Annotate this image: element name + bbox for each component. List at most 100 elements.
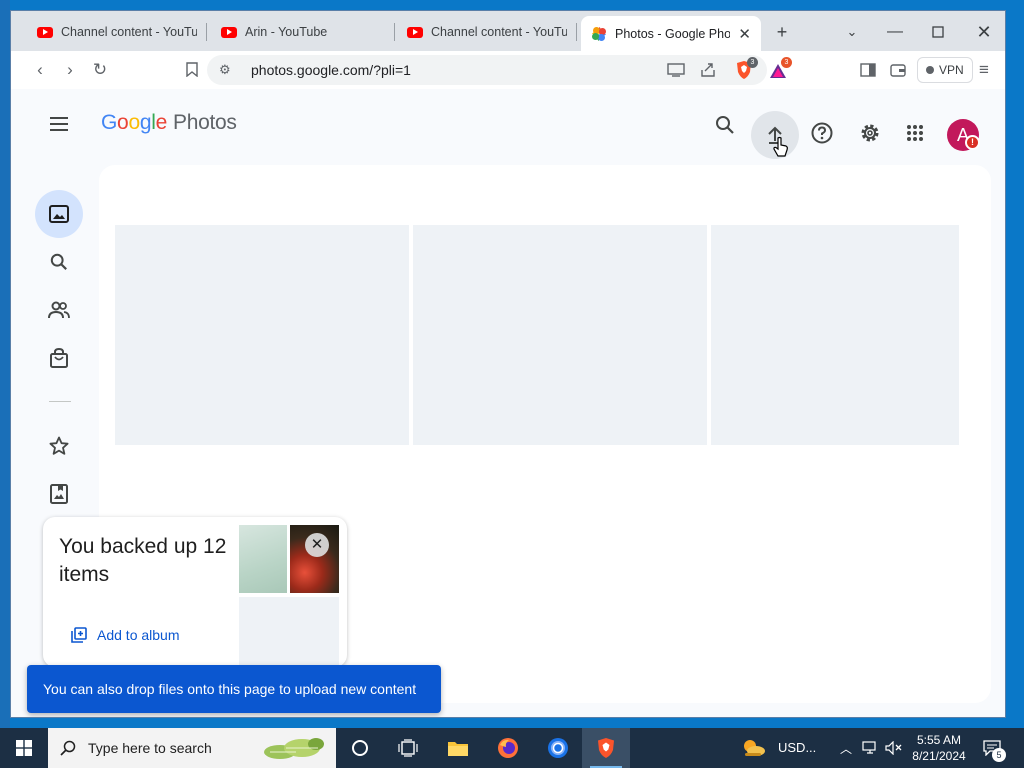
close-tab-icon[interactable]: ✕ [738,25,751,43]
network-icon[interactable] [858,728,882,768]
main-menu-icon[interactable] [47,113,71,137]
taskbar-search-placeholder: Type here to search [88,740,212,756]
forward-icon[interactable]: › [59,59,81,81]
tab-google-photos[interactable]: Photos - Google Photos ✕ [581,16,761,51]
backup-thumbnail [239,525,287,593]
tab-title: Photos - Google Photos [615,26,731,41]
weather-label[interactable]: USD... [778,740,816,755]
maximize-icon[interactable] [926,21,950,43]
tab-arin-youtube[interactable]: Arin - YouTube [211,17,395,47]
settings-gear-icon[interactable] [856,119,884,147]
tab-title: Channel content - YouTube [431,25,567,39]
help-icon[interactable] [808,119,836,147]
add-to-album-label: Add to album [97,627,180,643]
tab-strip: Channel content - YouTube Arin - YouTube… [11,11,1005,51]
brave-browser-icon[interactable] [582,728,630,768]
clock-date: 8/21/2024 [912,749,966,763]
desktop-background [0,0,10,728]
photo-placeholder [711,225,959,445]
shopping-bag-icon [50,348,68,368]
album-icon [50,484,68,504]
weather-icon[interactable] [734,728,774,768]
logo-product-name: Photos [172,111,237,134]
search-highlight-illustration-icon [264,738,324,759]
vpn-label: VPN [939,63,964,77]
file-explorer-icon[interactable] [434,728,482,768]
system-clock[interactable]: 5:55 AM 8/21/2024 [906,732,972,764]
google-photos-page: Google Photos A ! You backed up 12 items… [11,89,1005,717]
tab-channel-content-2[interactable]: Channel content - YouTube [397,17,577,47]
photo-placeholder [413,225,707,445]
youtube-icon [37,24,53,40]
browser-toolbar: ‹ › ↻ ⚙ photos.google.com/?pli=1 3 3 VPN… [11,51,1005,89]
back-icon[interactable]: ‹ [29,59,51,81]
add-to-album-icon [71,627,87,643]
start-button[interactable] [0,728,48,768]
reload-icon[interactable]: ↻ [89,59,111,81]
chrome-icon[interactable] [534,728,582,768]
notification-count-badge: 5 [992,748,1006,762]
account-alert-badge: ! [965,135,980,150]
backup-summary-title: You backed up 12 items [59,535,227,586]
new-tab-icon[interactable]: + [770,21,794,43]
volume-muted-icon[interactable] [882,728,906,768]
backup-summary-card: You backed up 12 items Add to album ✕ [43,517,347,667]
search-icon [50,253,67,270]
google-photos-logo[interactable]: Google Photos [101,111,237,135]
rewards-count-badge: 3 [781,57,792,68]
show-hidden-icons-chevron-icon[interactable]: ︿ [834,728,858,768]
add-to-album-button[interactable]: Add to album [71,627,180,643]
close-card-button[interactable]: ✕ [305,533,329,557]
photos-icon [49,205,69,223]
browser-menu-icon[interactable]: ≡ [973,59,995,81]
tab-title: Channel content - YouTube [61,25,197,39]
backup-thumbnail-placeholder [239,597,339,667]
share-icon[interactable] [697,59,719,81]
google-photos-icon [591,26,607,42]
search-icon[interactable] [711,111,739,139]
task-view-icon[interactable] [384,728,432,768]
rail-favorites[interactable] [35,422,83,470]
vpn-button[interactable]: VPN [917,57,973,83]
youtube-icon [407,24,423,40]
logo-letter: g [139,111,152,134]
logo-letter: o [117,111,129,134]
minimize-icon[interactable]: — [883,21,907,43]
rail-photos[interactable] [35,190,83,238]
vpn-status-icon [926,66,934,74]
sidebar-icon[interactable] [857,59,879,81]
clock-time: 5:55 AM [916,733,962,747]
tab-title: Arin - YouTube [245,25,328,39]
youtube-icon [221,24,237,40]
brave-rewards-icon[interactable]: 3 [767,57,792,81]
firefox-icon[interactable] [484,728,532,768]
search-icon [60,740,76,756]
tab-channel-content-1[interactable]: Channel content - YouTube [27,17,207,47]
url-text: photos.google.com/?pli=1 [251,62,411,78]
brave-shield-icon[interactable]: 3 [733,57,758,81]
taskbar-search-box[interactable]: Type here to search [48,728,336,768]
rail-sharing[interactable] [35,286,83,334]
wallet-icon[interactable] [887,59,909,81]
google-apps-grid-icon[interactable] [901,119,929,147]
rail-albums[interactable] [35,470,83,518]
cast-icon[interactable] [665,59,687,81]
rail-print-store[interactable] [35,334,83,382]
close-window-icon[interactable]: ✕ [972,21,996,43]
rail-divider [49,401,71,402]
star-icon [49,436,69,455]
windows-taskbar: Type here to search USD... ︿ 5:55 AM 8/2… [0,728,1024,768]
browser-window: Channel content - YouTube Arin - YouTube… [10,10,1006,718]
shield-count-badge: 3 [747,57,758,68]
windows-logo-icon [16,740,32,756]
cortana-icon[interactable] [336,728,384,768]
hand-cursor-icon [767,133,795,161]
people-icon [48,301,70,319]
bookmark-icon[interactable] [181,59,203,81]
rail-search[interactable] [35,238,83,286]
logo-letter: e [155,111,168,134]
upload-hint-snackbar: You can also drop files onto this page t… [27,665,441,713]
site-settings-icon[interactable]: ⚙ [219,62,237,78]
logo-letter: G [101,111,118,134]
tab-search-chevron-icon[interactable]: ⌄ [840,21,864,43]
